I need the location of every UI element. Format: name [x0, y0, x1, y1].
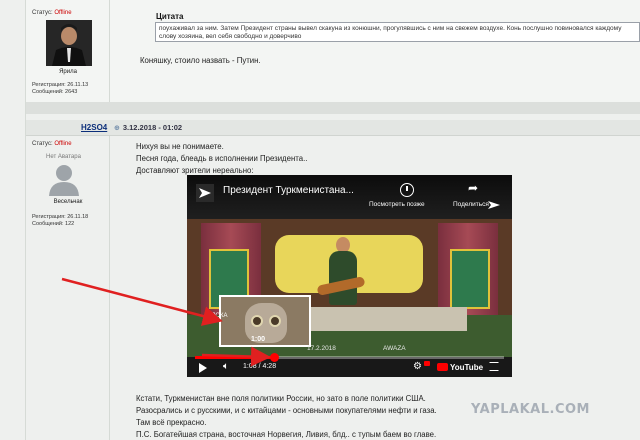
site-watermark-logo: YAPLAKAL.COM: [471, 402, 590, 417]
arrow-to-preview: [61, 277, 223, 326]
arrow-to-timeline: [201, 346, 271, 367]
annotation-arrows: [61, 277, 271, 367]
